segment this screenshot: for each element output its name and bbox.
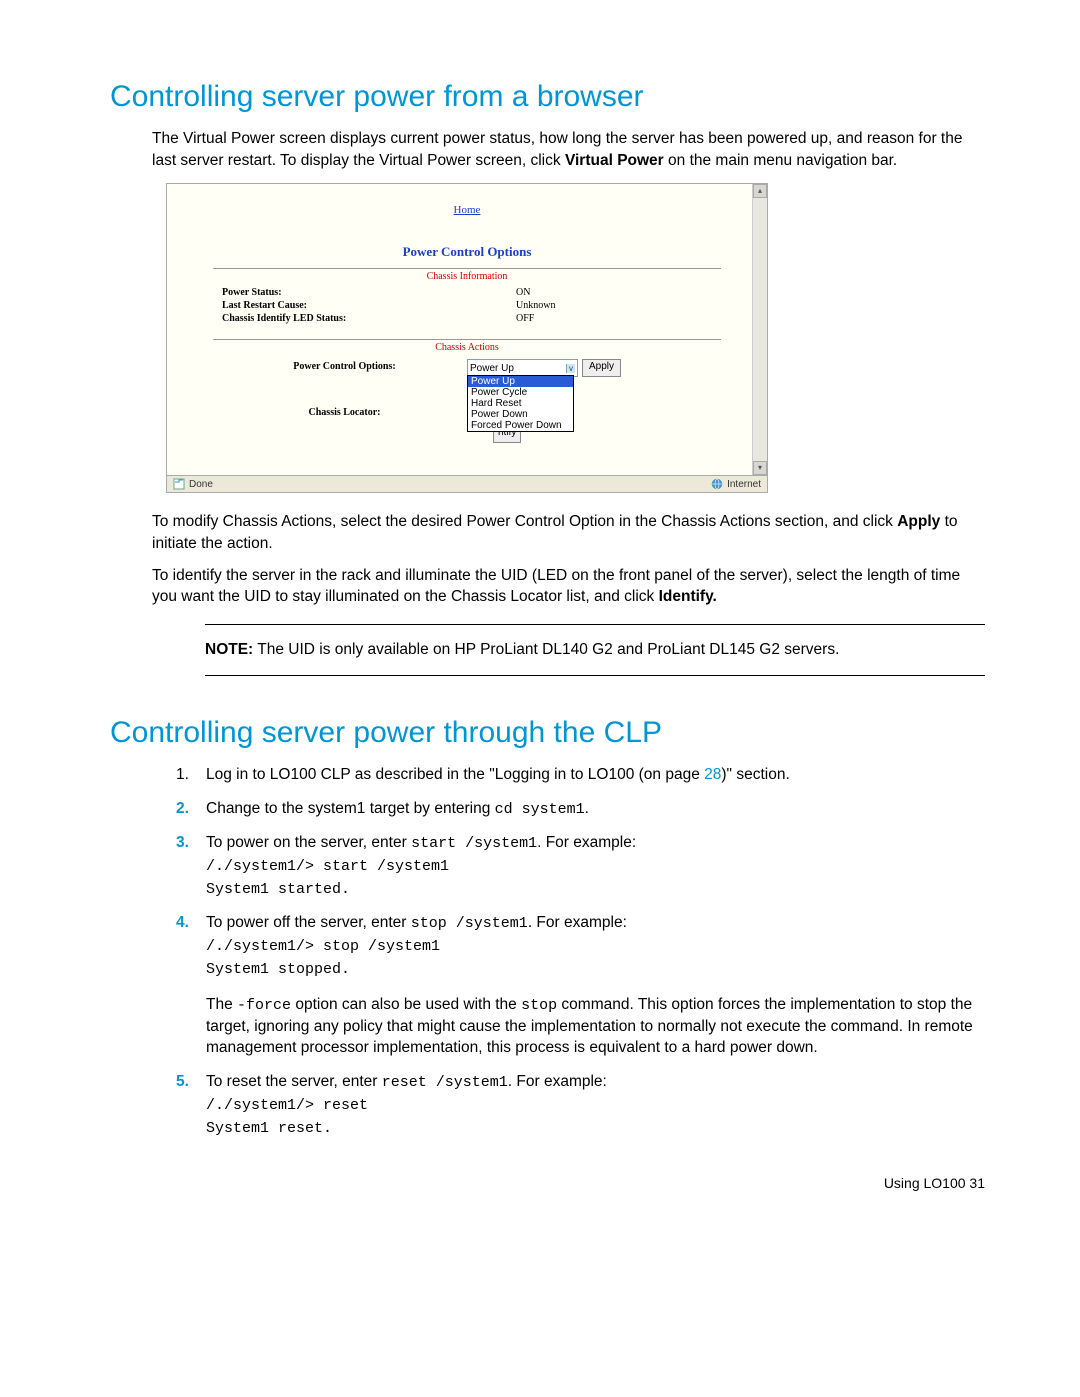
step4-post: . For example: bbox=[528, 914, 627, 931]
note-block: NOTE: The UID is only available on HP Pr… bbox=[205, 624, 985, 676]
dropdown-forced-power-down[interactable]: Forced Power Down bbox=[468, 420, 573, 431]
step-1: Log in to LO100 CLP as described in the … bbox=[188, 764, 985, 786]
para1-bold: Virtual Power bbox=[565, 152, 664, 169]
scroll-up-icon[interactable]: ▴ bbox=[753, 184, 767, 198]
step5-pre: To reset the server, enter bbox=[206, 1073, 382, 1090]
chassis-locator-label: Chassis Locator: bbox=[222, 405, 467, 418]
para2-pre: To modify Chassis Actions, select the de… bbox=[152, 513, 897, 530]
chassis-information-label: Chassis Information bbox=[197, 269, 737, 286]
power-control-options-label: Power Control Options: bbox=[222, 359, 467, 372]
step5-code: reset /system1 bbox=[382, 1074, 508, 1091]
para2-bold: Apply bbox=[897, 513, 940, 530]
led-status-value: OFF bbox=[516, 312, 712, 325]
screenshot-power-control: ▴ ▾ Home Power Control Options Chassis I… bbox=[166, 183, 768, 493]
step1-page-link[interactable]: 28 bbox=[704, 766, 721, 783]
step3-line2: System1 started. bbox=[206, 879, 985, 900]
internet-icon bbox=[711, 478, 723, 490]
chassis-actions-label: Chassis Actions bbox=[197, 340, 737, 357]
step4-para-pre: The bbox=[206, 996, 237, 1013]
last-restart-label: Last Restart Cause: bbox=[222, 299, 516, 312]
para3-pre: To identify the server in the rack and i… bbox=[152, 567, 960, 606]
done-icon bbox=[173, 478, 185, 490]
note-text: The UID is only available on HP ProLiant… bbox=[253, 641, 839, 658]
apply-button[interactable]: Apply bbox=[582, 359, 621, 377]
chassis-info-table: Power Status: ON Last Restart Cause: Unk… bbox=[222, 286, 712, 325]
step4-line1: /./system1/> stop /system1 bbox=[206, 936, 985, 957]
home-link[interactable]: Home bbox=[197, 204, 737, 216]
status-done-text: Done bbox=[189, 479, 213, 490]
step5-post: . For example: bbox=[508, 1073, 607, 1090]
step-5: To reset the server, enter reset /system… bbox=[188, 1071, 985, 1139]
dropdown-power-up[interactable]: Power Up bbox=[468, 376, 573, 387]
step3-line1: /./system1/> start /system1 bbox=[206, 856, 985, 877]
section2-heading: Controlling server power through the CLP bbox=[110, 716, 985, 750]
section1-para2: To modify Chassis Actions, select the de… bbox=[110, 511, 985, 554]
dropdown-power-down[interactable]: Power Down bbox=[468, 409, 573, 420]
section1-para3: To identify the server in the rack and i… bbox=[110, 565, 985, 608]
power-status-label: Power Status: bbox=[222, 286, 516, 299]
step2-post: . bbox=[585, 800, 589, 817]
power-control-options-title: Power Control Options bbox=[197, 244, 737, 260]
browser-status-bar: Done Internet bbox=[167, 475, 767, 492]
section1-para1: The Virtual Power screen displays curren… bbox=[110, 128, 985, 171]
step3-post: . For example: bbox=[537, 834, 636, 851]
step2-code: cd system1 bbox=[495, 801, 585, 818]
page-footer: Using LO100 31 bbox=[110, 1175, 985, 1191]
power-control-selected: Power Up bbox=[470, 363, 514, 374]
step-3: To power on the server, enter start /sys… bbox=[188, 832, 985, 900]
status-internet-text: Internet bbox=[727, 479, 761, 490]
dropdown-hard-reset[interactable]: Hard Reset bbox=[468, 398, 573, 409]
last-restart-value: Unknown bbox=[516, 299, 712, 312]
scroll-down-icon[interactable]: ▾ bbox=[753, 461, 767, 475]
step4-para-mid: option can also be used with the bbox=[291, 996, 521, 1013]
step4-para-code1: -force bbox=[237, 997, 291, 1014]
step4-subpara: The -force option can also be used with … bbox=[206, 994, 985, 1059]
step3-pre: To power on the server, enter bbox=[206, 834, 411, 851]
step4-pre: To power off the server, enter bbox=[206, 914, 411, 931]
step4-code: stop /system1 bbox=[411, 915, 528, 932]
screenshot-scrollbar[interactable]: ▴ ▾ bbox=[752, 184, 767, 475]
chevron-down-icon[interactable]: v bbox=[566, 364, 575, 373]
step-2: Change to the system1 target by entering… bbox=[188, 798, 985, 820]
para3-bold: Identify. bbox=[659, 588, 717, 605]
note-label: NOTE: bbox=[205, 641, 253, 658]
para1-post: on the main menu navigation bar. bbox=[664, 152, 898, 169]
step5-line2: System1 reset. bbox=[206, 1118, 985, 1139]
step1-pre: Log in to LO100 CLP as described in the … bbox=[206, 766, 704, 783]
step4-para-code2: stop bbox=[521, 997, 557, 1014]
section1-heading: Controlling server power from a browser bbox=[110, 80, 985, 114]
power-control-dropdown[interactable]: Power Up Power Cycle Hard Reset Power Do… bbox=[467, 375, 574, 432]
step3-code: start /system1 bbox=[411, 835, 537, 852]
power-status-value: ON bbox=[516, 286, 712, 299]
step1-post: )" section. bbox=[721, 766, 789, 783]
step5-line1: /./system1/> reset bbox=[206, 1095, 985, 1116]
dropdown-power-cycle[interactable]: Power Cycle bbox=[468, 387, 573, 398]
step4-line2: System1 stopped. bbox=[206, 959, 985, 980]
clp-steps-list: Log in to LO100 CLP as described in the … bbox=[110, 764, 985, 1139]
led-status-label: Chassis Identify LED Status: bbox=[222, 312, 516, 325]
step-4: To power off the server, enter stop /sys… bbox=[188, 912, 985, 1059]
step2-pre: Change to the system1 target by entering bbox=[206, 800, 495, 817]
